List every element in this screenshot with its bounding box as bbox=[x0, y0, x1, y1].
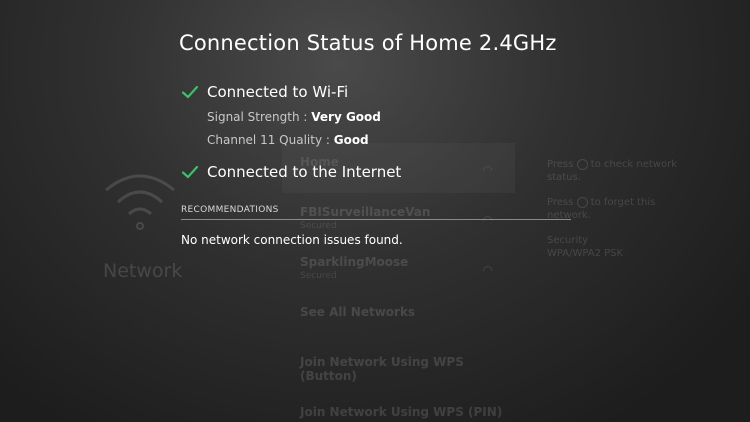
signal-strength: Signal Strength : Very Good bbox=[207, 110, 381, 124]
channel-quality: Channel 11 Quality : Good bbox=[207, 133, 369, 147]
checkmark-icon bbox=[181, 85, 199, 99]
recommendations-divider bbox=[181, 219, 571, 220]
wifi-status-text: Connected to Wi-Fi bbox=[207, 83, 349, 101]
signal-strength-value: Very Good bbox=[311, 110, 381, 124]
wifi-connection-status: Connected to Wi-Fi bbox=[181, 83, 348, 101]
dialog-title: Connection Status of Home 2.4GHz bbox=[179, 31, 557, 55]
connection-status-dialog: Connection Status of Home 2.4GHz Connect… bbox=[0, 0, 750, 422]
recommendation-text: No network connection issues found. bbox=[181, 233, 403, 247]
internet-status-text: Connected to the Internet bbox=[207, 163, 402, 181]
internet-connection-status: Connected to the Internet bbox=[181, 163, 401, 181]
checkmark-icon bbox=[181, 165, 199, 179]
recommendations-header: RECOMMENDATIONS bbox=[181, 205, 279, 215]
channel-quality-value: Good bbox=[333, 133, 369, 147]
